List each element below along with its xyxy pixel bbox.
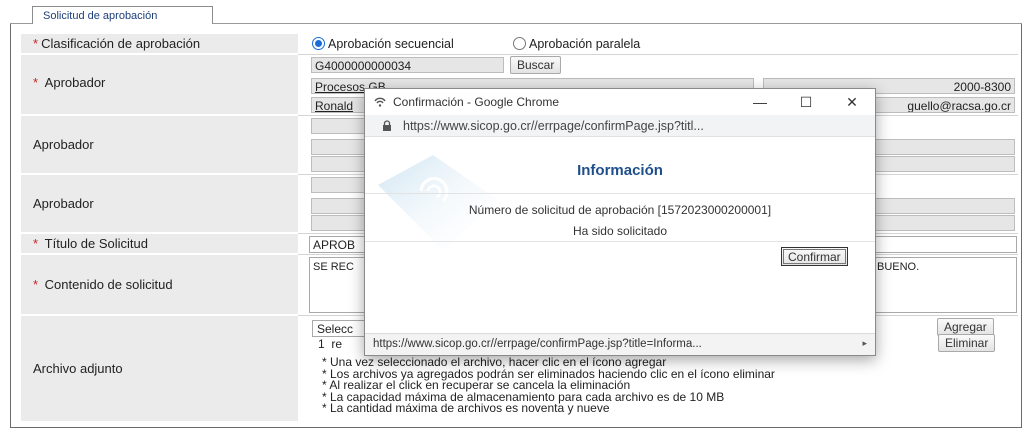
lock-icon	[381, 119, 393, 132]
radio-dot[interactable]	[513, 37, 526, 50]
required-marker: *	[33, 36, 39, 51]
required-marker: *	[33, 277, 42, 292]
row-divider	[298, 54, 1018, 55]
required-marker: *	[33, 236, 42, 251]
window-controls: — ☐ ✕	[737, 94, 875, 111]
label-aprobador-2: Aprobador	[21, 116, 298, 174]
popup-status-url: https://www.sicop.go.cr//errpage/confirm…	[373, 338, 702, 350]
contenido-label-text: Contenido de solicitud	[44, 277, 173, 292]
contenido-text-end: BUENO.	[877, 261, 920, 273]
info-separator	[365, 193, 875, 194]
maximize-icon[interactable]: ☐	[783, 94, 829, 111]
label-contenido: * Contenido de solicitud	[21, 255, 298, 315]
label-titulo: * Título de Solicitud	[21, 234, 298, 254]
popup-window-title: Confirmación - Google Chrome	[393, 95, 560, 109]
radio-secuencial[interactable]: Aprobación secuencial	[312, 37, 454, 51]
label-aprobador-1: * Aprobador	[21, 55, 298, 115]
popup-status-bar: https://www.sicop.go.cr//errpage/confirm…	[365, 333, 875, 355]
info-separator	[365, 241, 875, 242]
file-row: 1 re	[318, 337, 342, 351]
info-heading: Información	[577, 162, 663, 179]
aprobador-3-label-text: Aprobador	[33, 196, 94, 211]
aprobador-2-label-text: Aprobador	[33, 137, 94, 152]
label-archivo: Archivo adjunto	[21, 316, 298, 422]
archivo-label-text: Archivo adjunto	[33, 361, 123, 376]
radio-paralela-label: Aprobación paralela	[529, 37, 641, 51]
minimize-icon[interactable]: —	[737, 94, 783, 111]
tab-bar: Solicitud de aprobación	[10, 2, 1022, 25]
clasificacion-label-text: Clasificación de aprobación	[41, 36, 201, 51]
radio-dot-selected[interactable]	[312, 37, 325, 50]
aprobador-1-label-text: Aprobador	[44, 75, 106, 90]
radio-secuencial-label: Aprobación secuencial	[328, 37, 454, 51]
aprobador-code-field[interactable]: G4000000000034	[311, 57, 504, 73]
buscar-button[interactable]: Buscar	[510, 56, 562, 74]
file-row-name: re	[331, 337, 343, 351]
hint-5: * La cantidad máxima de archivos es nove…	[322, 401, 610, 415]
required-marker: *	[33, 75, 42, 90]
popup-address-bar[interactable]: https://www.sicop.go.cr//errpage/confirm…	[365, 115, 875, 137]
popup-url-text: https://www.sicop.go.cr//errpage/confirm…	[403, 118, 704, 133]
file-row-number: 1	[318, 337, 325, 351]
chrome-icon	[373, 95, 387, 109]
titulo-label-text: Título de Solicitud	[44, 236, 149, 251]
confirmation-popup-window: Confirmación - Google Chrome — ☐ ✕ https…	[364, 88, 876, 356]
popup-titlebar: Confirmación - Google Chrome — ☐ ✕	[365, 89, 875, 115]
info-message-status: Ha sido solicitado	[572, 224, 668, 238]
eliminar-button[interactable]: Eliminar	[938, 334, 996, 352]
radio-paralela[interactable]: Aprobación paralela	[513, 37, 640, 51]
info-message-request-number: Número de solicitud de aprobación [15720…	[468, 203, 772, 217]
status-scroll-right-icon[interactable]: ▸	[862, 338, 867, 349]
label-clasificacion: * Clasificación de aprobación	[21, 34, 298, 54]
label-aprobador-3: Aprobador	[21, 175, 298, 233]
confirmar-button[interactable]: Confirmar	[781, 247, 848, 266]
tab-solicitud-aprobacion[interactable]: Solicitud de aprobación	[32, 6, 213, 25]
popup-body: Información Número de solicitud de aprob…	[365, 137, 875, 333]
contenido-text-start: SE REC	[313, 261, 354, 273]
close-icon[interactable]: ✕	[829, 94, 875, 111]
